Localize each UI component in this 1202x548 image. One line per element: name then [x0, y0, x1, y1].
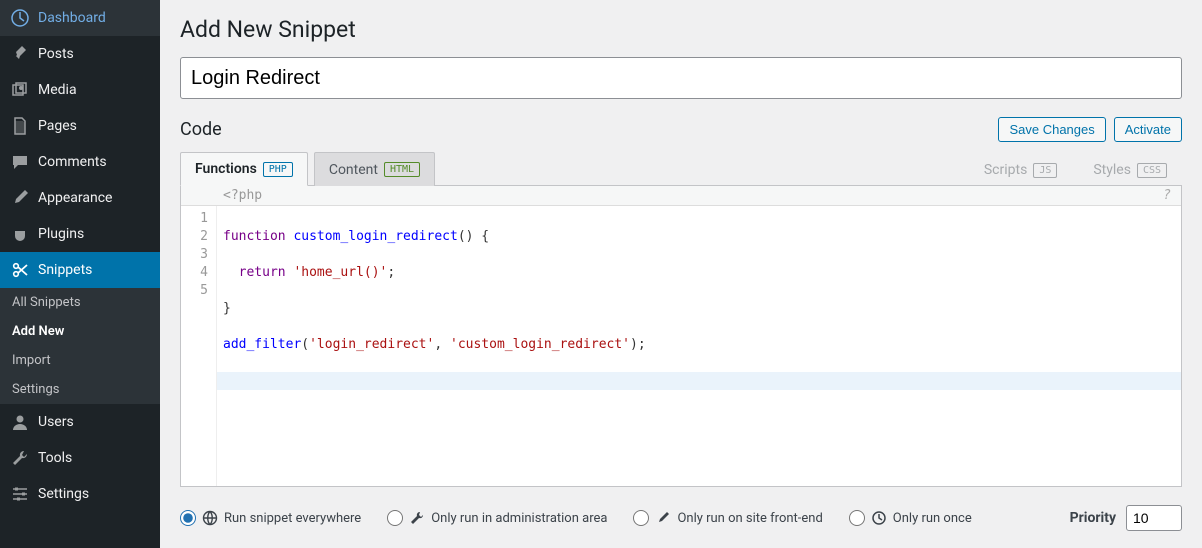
tab-label: Functions [195, 161, 257, 177]
activate-button[interactable]: Activate [1114, 117, 1182, 142]
sidebar-item-settings[interactable]: Settings [0, 476, 160, 512]
priority-label: Priority [1070, 510, 1116, 526]
submenu-settings[interactable]: Settings [0, 375, 160, 404]
sidebar-item-label: Dashboard [38, 10, 106, 26]
sidebar-item-label: Pages [38, 118, 77, 134]
editor-help-icon[interactable]: ? [1153, 186, 1181, 205]
tab-functions[interactable]: Functions PHP [180, 152, 308, 186]
globe-icon [202, 510, 218, 526]
page-title: Add New Snippet [180, 16, 1182, 43]
sidebar-item-pages[interactable]: Pages [0, 108, 160, 144]
scope-everywhere[interactable]: Run snippet everywhere [180, 510, 361, 526]
sidebar-item-label: Media [38, 82, 77, 98]
wrench-icon [409, 510, 425, 526]
sidebar-item-appearance[interactable]: Appearance [0, 180, 160, 216]
badge-html: HTML [384, 162, 420, 177]
sidebar-item-label: Snippets [38, 262, 92, 278]
scope-label: Run snippet everywhere [224, 511, 361, 526]
scope-frontend[interactable]: Only run on site front-end [633, 510, 822, 526]
dashboard-icon [10, 8, 30, 28]
scope-once-radio[interactable] [849, 510, 865, 526]
scope-once[interactable]: Only run once [849, 510, 972, 526]
scope-everywhere-radio[interactable] [180, 510, 196, 526]
comment-icon [10, 152, 30, 172]
plug-icon [10, 224, 30, 244]
tab-styles[interactable]: Styles CSS [1078, 153, 1182, 186]
submenu-all-snippets[interactable]: All Snippets [0, 288, 160, 317]
snippet-title-input[interactable] [180, 57, 1182, 99]
scope-label: Only run once [893, 511, 972, 526]
sidebar-item-label: Appearance [38, 190, 112, 206]
code-area[interactable]: function custom_login_redirect() { retur… [217, 206, 1181, 486]
priority-input[interactable] [1126, 505, 1182, 531]
sidebar-item-posts[interactable]: Posts [0, 36, 160, 72]
code-section-label: Code [180, 119, 222, 140]
badge-php: PHP [263, 162, 293, 177]
sidebar-item-users[interactable]: Users [0, 404, 160, 440]
sidebar-item-tools[interactable]: Tools [0, 440, 160, 476]
sidebar-item-label: Users [38, 414, 74, 430]
submenu-import[interactable]: Import [0, 346, 160, 375]
tab-scripts[interactable]: Scripts JS [969, 153, 1073, 186]
sidebar-item-dashboard[interactable]: Dashboard [0, 0, 160, 36]
media-icon [10, 80, 30, 100]
scissors-icon [10, 260, 30, 280]
main-content: Add New Snippet Code Save Changes Activa… [160, 0, 1202, 548]
wrench-icon [10, 448, 30, 468]
badge-js: JS [1033, 163, 1057, 178]
sidebar-item-comments[interactable]: Comments [0, 144, 160, 180]
admin-sidebar: Dashboard Posts Media Pages Comments App… [0, 0, 160, 548]
save-changes-button[interactable]: Save Changes [998, 117, 1105, 142]
code-editor[interactable]: <?php ? 1 2 3 4 5 function custom_login_… [180, 186, 1182, 487]
sidebar-item-media[interactable]: Media [0, 72, 160, 108]
sidebar-item-label: Tools [38, 450, 72, 466]
sidebar-submenu: All Snippets Add New Import Settings [0, 288, 160, 404]
scope-admin[interactable]: Only run in administration area [387, 510, 607, 526]
brush-icon [10, 188, 30, 208]
tab-label: Scripts [984, 162, 1027, 178]
sidebar-item-label: Settings [38, 486, 89, 502]
page-icon [10, 116, 30, 136]
tab-content[interactable]: Content HTML [314, 152, 435, 186]
submenu-add-new[interactable]: Add New [0, 317, 160, 346]
scope-label: Only run on site front-end [677, 511, 822, 526]
scope-label: Only run in administration area [431, 511, 607, 526]
badge-css: CSS [1137, 163, 1167, 178]
sidebar-item-label: Comments [38, 154, 107, 170]
sidebar-item-plugins[interactable]: Plugins [0, 216, 160, 252]
php-open-tag: <?php [217, 186, 1153, 205]
pin-icon [10, 44, 30, 64]
sidebar-item-label: Plugins [38, 226, 84, 242]
sidebar-item-label: Posts [38, 46, 74, 62]
tab-label: Content [329, 162, 378, 178]
paintbrush-icon [655, 510, 671, 526]
sidebar-item-snippets[interactable]: Snippets [0, 252, 160, 288]
sliders-icon [10, 484, 30, 504]
scope-frontend-radio[interactable] [633, 510, 649, 526]
user-icon [10, 412, 30, 432]
tab-label: Styles [1093, 162, 1131, 178]
clock-icon [871, 510, 887, 526]
line-gutter: 1 2 3 4 5 [181, 206, 217, 486]
scope-admin-radio[interactable] [387, 510, 403, 526]
